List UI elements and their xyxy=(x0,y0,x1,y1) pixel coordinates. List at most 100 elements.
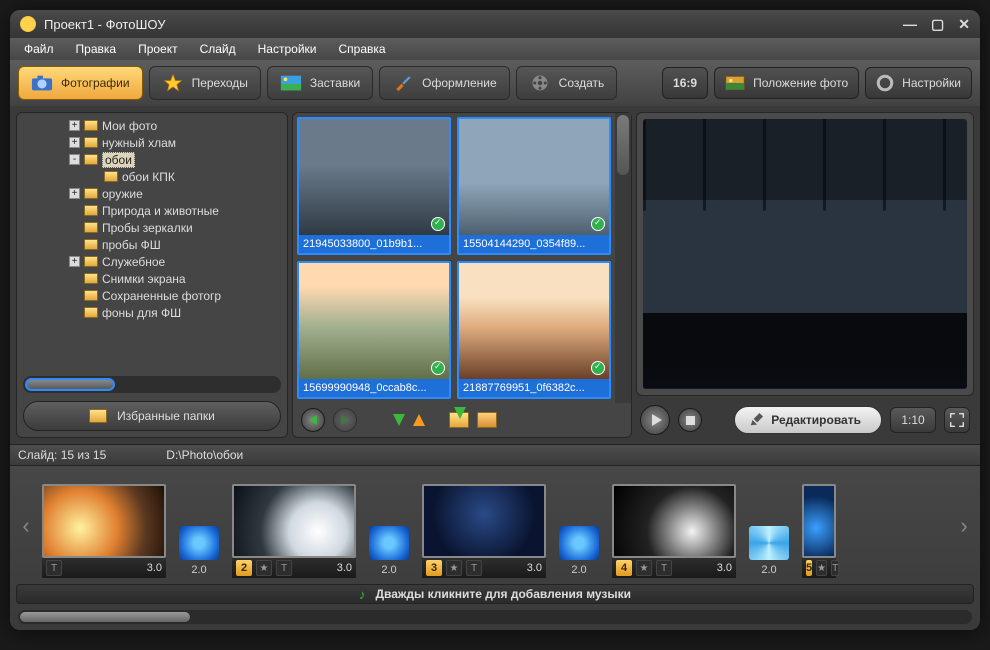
transition[interactable]: 2.0 xyxy=(366,526,412,578)
tab-create[interactable]: Создать xyxy=(516,66,618,100)
folder-tree[interactable]: + Мои фото + нужный хлам-обоиобои КПК+оружи… xyxy=(17,113,287,374)
star-icon[interactable]: ★ xyxy=(256,560,272,576)
thumb-image xyxy=(299,119,449,235)
checkmark-icon xyxy=(431,361,445,375)
remove-up-icon[interactable] xyxy=(413,414,425,426)
folder-icon xyxy=(84,256,98,267)
slide-thumbnail xyxy=(42,484,166,558)
add-down-icon[interactable] xyxy=(393,414,405,426)
thumbnail[interactable]: 21945033800_01b9b1... xyxy=(297,117,451,255)
tab-transitions[interactable]: Переходы xyxy=(149,66,261,100)
timeline-slide[interactable]: 3★T3.0 xyxy=(422,484,546,578)
thumbnail[interactable]: 21887769951_0f6382c... xyxy=(457,261,611,399)
tree-h-scroll[interactable] xyxy=(23,376,281,393)
tree-node[interactable]: + Мои фото xyxy=(19,117,285,134)
settings-button[interactable]: Настройки xyxy=(865,67,972,99)
menu-bar: ФайлПравкаПроектСлайдНастройкиСправка xyxy=(10,38,980,60)
aspect-ratio-button[interactable]: 16:9 xyxy=(662,67,708,99)
star-icon[interactable]: ★ xyxy=(816,560,827,576)
stop-button[interactable] xyxy=(678,408,702,432)
minimize-button[interactable]: — xyxy=(903,16,917,33)
folder-icon xyxy=(104,171,118,182)
folder-icon xyxy=(84,137,98,148)
position-icon xyxy=(725,75,745,91)
tree-toggle-icon[interactable]: + xyxy=(69,188,80,199)
tree-node[interactable]: -обои xyxy=(19,151,285,168)
tree-node[interactable]: обои КПК xyxy=(19,168,285,185)
tree-label: Мои фото xyxy=(102,119,157,133)
tree-node[interactable]: пробы ФШ xyxy=(19,236,285,253)
tree-label: Пробы зеркалки xyxy=(102,221,193,235)
tree-label: Сохраненные фотогр xyxy=(102,289,221,303)
tree-node[interactable]: +Служебное xyxy=(19,253,285,270)
tree-node[interactable]: Природа и животные xyxy=(19,202,285,219)
tree-label: нужный хлам xyxy=(102,136,176,150)
slide-duration: 3.0 xyxy=(717,562,732,574)
add-to-folder-icon[interactable] xyxy=(449,412,469,428)
timeline-prev-button[interactable]: ‹ xyxy=(16,474,36,578)
star-icon xyxy=(162,74,184,92)
checkmark-icon xyxy=(591,361,605,375)
nav-back-button[interactable] xyxy=(301,408,325,432)
tree-toggle-icon[interactable]: + xyxy=(69,120,80,131)
edit-button[interactable]: Редактировать xyxy=(734,406,882,434)
tree-node[interactable]: Пробы зеркалки xyxy=(19,219,285,236)
play-button[interactable] xyxy=(640,405,670,435)
menu-item-2[interactable]: Проект xyxy=(128,40,188,58)
menu-item-4[interactable]: Настройки xyxy=(248,40,327,58)
transition[interactable]: 2.0 xyxy=(556,526,602,578)
timeline-slide[interactable]: 4★T3.0 xyxy=(612,484,736,578)
text-icon[interactable]: T xyxy=(656,560,672,576)
tree-node[interactable]: Сохраненные фотогр xyxy=(19,287,285,304)
text-icon[interactable]: T xyxy=(466,560,482,576)
title-bar[interactable]: Проект1 - ФотоШОУ — ▢ ✕ xyxy=(10,10,980,38)
menu-item-5[interactable]: Справка xyxy=(328,40,395,58)
tree-node[interactable]: + нужный хлам xyxy=(19,134,285,151)
thumb-scrollbar[interactable] xyxy=(615,113,631,403)
thumb-image xyxy=(459,263,609,379)
star-icon[interactable]: ★ xyxy=(636,560,652,576)
preview-image[interactable] xyxy=(643,119,967,389)
transition[interactable]: 2.0 xyxy=(176,526,222,578)
timeline-h-scroll[interactable] xyxy=(18,610,972,624)
tree-node[interactable]: +оружие xyxy=(19,185,285,202)
menu-item-3[interactable]: Слайд xyxy=(190,40,246,58)
thumbnail[interactable]: 15699990948_0ccab8c... xyxy=(297,261,451,399)
info-bar: Слайд: 15 из 15 D:\Photo\обои xyxy=(10,444,980,466)
tab-photos[interactable]: Фотографии xyxy=(18,66,143,100)
timeline-slide[interactable]: T3.0 xyxy=(42,484,166,578)
close-button[interactable]: ✕ xyxy=(958,16,970,33)
menu-item-1[interactable]: Правка xyxy=(66,40,127,58)
fullscreen-button[interactable] xyxy=(944,407,970,433)
tree-toggle-icon[interactable]: - xyxy=(69,154,80,165)
tree-label: фоны для ФШ xyxy=(102,306,181,320)
tree-toggle-icon[interactable]: + xyxy=(69,137,80,148)
slide-number: 3 xyxy=(426,560,442,576)
text-icon[interactable]: T xyxy=(831,560,839,576)
tree-node[interactable]: фоны для ФШ xyxy=(19,304,285,321)
maximize-button[interactable]: ▢ xyxy=(931,16,944,33)
slide-duration: 3.0 xyxy=(337,562,352,574)
star-icon[interactable]: ★ xyxy=(446,560,462,576)
tab-splash[interactable]: Заставки xyxy=(267,66,373,100)
slide-thumbnail xyxy=(802,484,836,558)
timeline-next-button[interactable]: › xyxy=(954,474,974,578)
open-folder-icon[interactable] xyxy=(477,412,497,428)
tree-node[interactable]: Снимки экрана xyxy=(19,270,285,287)
text-icon[interactable]: T xyxy=(46,560,62,576)
photo-position-button[interactable]: Положение фото xyxy=(714,67,859,99)
main-toolbar: Фотографии Переходы Заставки Оформление … xyxy=(10,60,980,106)
tree-toggle-icon[interactable]: + xyxy=(69,256,80,267)
thumbnail[interactable]: 15504144290_0354f89... xyxy=(457,117,611,255)
timeline-slide[interactable]: 5★T xyxy=(802,484,836,578)
tab-design[interactable]: Оформление xyxy=(379,66,509,100)
tree-label: пробы ФШ xyxy=(102,238,161,252)
transition-duration: 2.0 xyxy=(761,564,776,576)
menu-item-0[interactable]: Файл xyxy=(14,40,64,58)
text-icon[interactable]: T xyxy=(276,560,292,576)
music-track[interactable]: ♪ Дважды кликните для добавления музыки xyxy=(16,584,974,604)
nav-forward-button[interactable] xyxy=(333,408,357,432)
timeline-slide[interactable]: 2★T3.0 xyxy=(232,484,356,578)
favorite-folders-button[interactable]: Избранные папки xyxy=(23,401,281,431)
transition[interactable]: 2.0 xyxy=(746,526,792,578)
